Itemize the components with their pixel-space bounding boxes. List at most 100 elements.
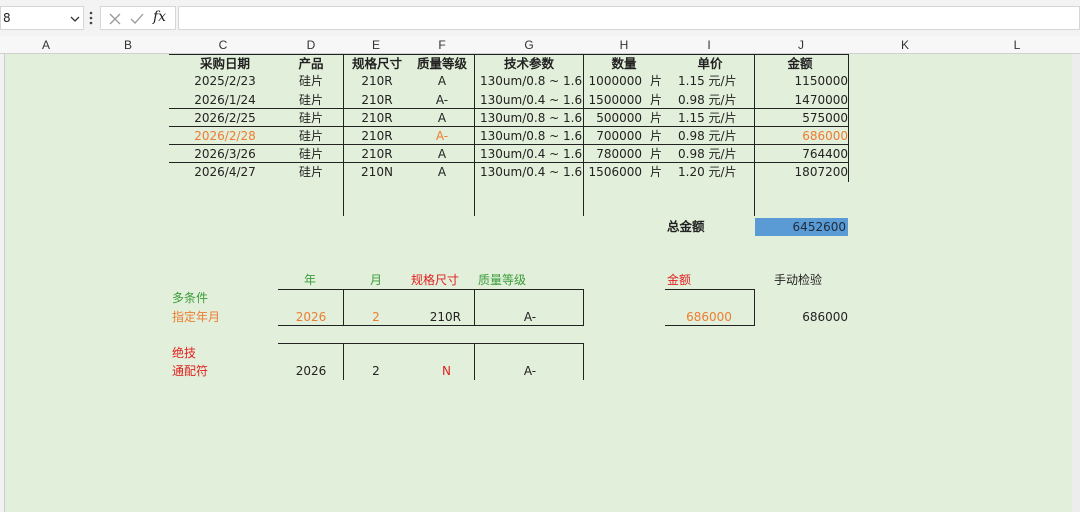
- column-header-i[interactable]: I: [699, 38, 719, 52]
- cell-amount[interactable]: 1470000: [757, 92, 848, 108]
- column-header-c[interactable]: C: [213, 38, 233, 52]
- cell-size[interactable]: 210R: [344, 92, 410, 108]
- cell-date[interactable]: 2026/4/27: [180, 164, 270, 180]
- cell-product[interactable]: 硅片: [281, 110, 341, 126]
- column-header-b[interactable]: B: [118, 38, 138, 52]
- cell-grade[interactable]: A-: [410, 128, 474, 144]
- column-border: [343, 54, 344, 216]
- table-top-border: [169, 54, 849, 55]
- block1-grade[interactable]: A-: [480, 309, 580, 325]
- total-amount-cell[interactable]: 6452600: [755, 218, 848, 236]
- column-header-row: A B C D E F G H I J K L: [0, 36, 1080, 54]
- block2-column-border: [583, 343, 584, 380]
- block1-manual-check[interactable]: 686000: [757, 309, 848, 325]
- more-options-icon[interactable]: [88, 10, 94, 26]
- formula-input[interactable]: [178, 6, 1080, 30]
- cell-amount[interactable]: 686000: [757, 128, 848, 144]
- cell-quantity[interactable]: 1506000: [581, 164, 642, 180]
- insert-function-icon[interactable]: fx: [153, 9, 169, 25]
- column-header-l[interactable]: L: [1007, 38, 1027, 52]
- block2-month[interactable]: 2: [346, 363, 406, 379]
- cell-tech-spec[interactable]: 130um/0.4 ~ 1.6: [480, 164, 584, 180]
- header-purchase-date: 采购日期: [199, 56, 250, 71]
- cell-product[interactable]: 硅片: [281, 73, 341, 89]
- cell-tech-spec[interactable]: 130um/0.8 ~ 1.6: [480, 110, 584, 126]
- cell-grade[interactable]: A-: [410, 92, 474, 108]
- cell-quantity[interactable]: 700000: [581, 128, 642, 144]
- cell-product[interactable]: 硅片: [281, 128, 341, 144]
- block1-size[interactable]: 210R: [407, 309, 461, 325]
- cell-grade[interactable]: A: [410, 110, 474, 126]
- cell-grade[interactable]: A: [410, 146, 474, 162]
- cell-size[interactable]: 210R: [344, 110, 410, 126]
- cell-quantity[interactable]: 1000000: [581, 73, 642, 89]
- cell-amount[interactable]: 575000: [757, 110, 848, 126]
- cell-size[interactable]: 210R: [344, 128, 410, 144]
- cell-unit-price[interactable]: 0.98 元/片: [678, 146, 758, 162]
- vertical-scrollbar[interactable]: [1072, 54, 1080, 512]
- cell-date[interactable]: 2026/3/26: [180, 146, 270, 162]
- header-unit-price: 单价: [697, 56, 723, 71]
- cell-unit-price[interactable]: 1.15 元/片: [678, 110, 758, 126]
- block1-amount[interactable]: 686000: [665, 309, 753, 325]
- cell-amount[interactable]: 1150000: [757, 73, 848, 89]
- column-header-f[interactable]: F: [432, 38, 452, 52]
- cell-amount[interactable]: 1807200: [757, 164, 848, 180]
- name-box-value: 8: [3, 11, 11, 25]
- cell-size[interactable]: 210R: [344, 73, 410, 89]
- column-header-e[interactable]: E: [366, 38, 386, 52]
- block1-month[interactable]: 2: [346, 309, 406, 325]
- chevron-down-icon[interactable]: [69, 13, 81, 25]
- cell-quantity-unit: 片: [650, 147, 663, 161]
- cell-size[interactable]: 210R: [344, 146, 410, 162]
- column-header-g[interactable]: G: [519, 38, 539, 52]
- cell-date[interactable]: 2026/2/25: [180, 110, 270, 126]
- cell-grade[interactable]: A: [410, 164, 474, 180]
- sheet-grid[interactable]: 采购日期 产品 规格尺寸 质量等级 技术参数 数量 单价 金额 2025/2/2…: [5, 54, 1072, 512]
- column-header-h[interactable]: H: [614, 38, 634, 52]
- confirm-check-icon[interactable]: [129, 11, 145, 27]
- block2-year[interactable]: 2026: [281, 363, 341, 379]
- cell-grade[interactable]: A: [410, 73, 474, 89]
- cell-unit-price[interactable]: 0.98 元/片: [678, 92, 758, 108]
- block2-label-wildcard: 通配符: [172, 364, 209, 378]
- cell-quantity[interactable]: 500000: [581, 110, 642, 126]
- cell-tech-spec[interactable]: 130um/0.8 ~ 1.6: [480, 128, 584, 144]
- column-border: [848, 54, 849, 182]
- cell-unit-price[interactable]: 1.15 元/片: [678, 73, 758, 89]
- cell-date[interactable]: 2026/2/28: [180, 128, 270, 144]
- cell-product[interactable]: 硅片: [281, 146, 341, 162]
- cell-tech-spec[interactable]: 130um/0.8 ~ 1.6: [480, 73, 584, 89]
- formula-buttons: fx: [100, 6, 176, 30]
- criteria-header-manual: 手动检验: [774, 273, 823, 287]
- cell-product[interactable]: 硅片: [281, 92, 341, 108]
- cell-size[interactable]: 210N: [344, 164, 410, 180]
- cell-date[interactable]: 2026/1/24: [180, 92, 270, 108]
- cell-quantity[interactable]: 1500000: [581, 92, 642, 108]
- block2-size[interactable]: N: [407, 363, 451, 379]
- header-amount: 金额: [787, 56, 813, 71]
- name-box[interactable]: 8: [0, 6, 84, 30]
- row-border: [169, 108, 849, 109]
- block1-year[interactable]: 2026: [281, 309, 341, 325]
- block1-column-border: [474, 289, 475, 326]
- cell-product[interactable]: 硅片: [281, 164, 341, 180]
- cell-unit-price[interactable]: 1.20 元/片: [678, 164, 758, 180]
- cancel-icon[interactable]: [107, 11, 123, 27]
- cell-quantity[interactable]: 780000: [581, 146, 642, 162]
- cell-tech-spec[interactable]: 130um/0.4 ~ 1.6: [480, 146, 584, 162]
- column-border: [474, 54, 475, 216]
- cell-date[interactable]: 2025/2/23: [180, 73, 270, 89]
- block2-grade[interactable]: A-: [480, 363, 580, 379]
- header-size: 规格尺寸: [351, 56, 402, 71]
- column-header-k[interactable]: K: [895, 38, 915, 52]
- cell-tech-spec[interactable]: 130um/0.4 ~ 1.6: [480, 92, 584, 108]
- column-header-j[interactable]: J: [791, 38, 811, 52]
- column-header-a[interactable]: A: [36, 38, 56, 52]
- cell-unit-price[interactable]: 0.98 元/片: [678, 128, 758, 144]
- column-header-d[interactable]: D: [301, 38, 321, 52]
- cell-quantity-unit: 片: [650, 129, 663, 143]
- cell-amount[interactable]: 764400: [757, 146, 848, 162]
- criteria-header-year: 年: [303, 273, 316, 287]
- spreadsheet-window: 8 fx A B C D E F G H I J K L 采购日期 产品 规格尺…: [0, 0, 1080, 512]
